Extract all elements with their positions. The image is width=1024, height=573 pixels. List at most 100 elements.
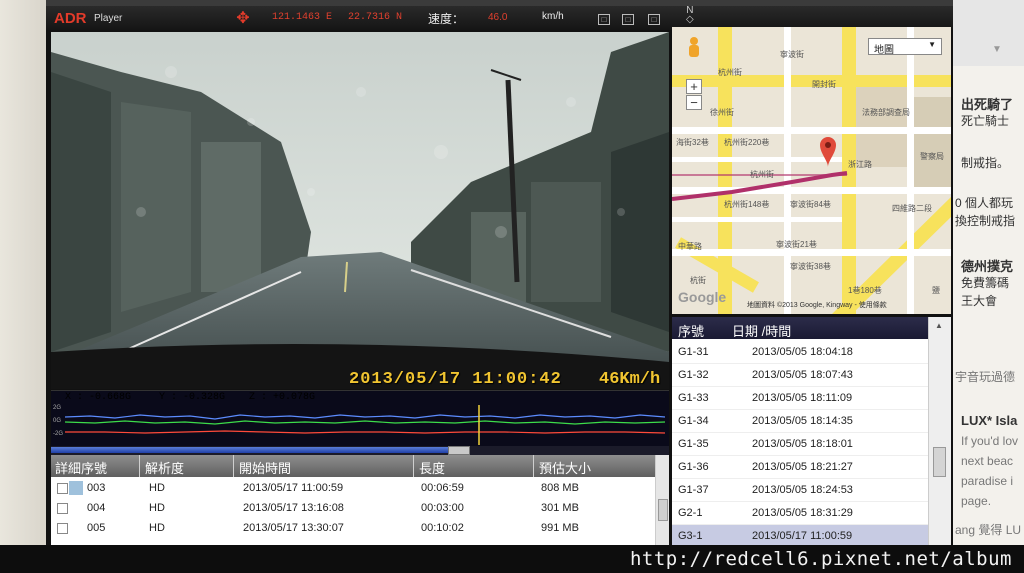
map-street-label: 鹽 [932, 286, 940, 295]
g-sensor-graph[interactable]: X : -0.668G Y : -0.328G Z : +0.078G 2G 0… [51, 390, 669, 446]
col-header-id[interactable]: 詳細序號 [55, 458, 107, 477]
list-item[interactable]: G1-32 2013/05/05 18:07:43 [672, 364, 928, 387]
latitude-readout: 22.7316 N [348, 12, 403, 23]
list-item[interactable]: G2-1 2013/05/05 18:31:29 [672, 502, 928, 525]
bg-text-line: If you'd lov [961, 434, 1018, 448]
bg-text-line: ang 覺得 LU [955, 523, 1022, 537]
maximize-button[interactable]: □ [648, 14, 660, 25]
g-sensor-x-label: X : -0.668G [65, 392, 132, 403]
log-id: G1-34 [678, 415, 709, 427]
zoom-out-button[interactable]: − [686, 95, 702, 110]
desktop-background [0, 0, 46, 545]
log-datetime: 2013/05/05 18:07:43 [752, 369, 853, 381]
row-size: 301 MB [541, 502, 579, 514]
playback-progress-bar[interactable] [51, 446, 669, 455]
g-sensor-z-label: Z : +0.078G [249, 392, 316, 403]
map-type-select[interactable]: 地圖 ▼ [868, 38, 942, 56]
list-item[interactable]: G1-33 2013/05/05 18:11:09 [672, 387, 928, 410]
progress-fill [51, 447, 459, 453]
col-header-resolution[interactable]: 解析度 [145, 458, 184, 477]
scrollbar-thumb[interactable] [658, 499, 668, 521]
google-logo: Google [678, 289, 727, 305]
zoom-in-button[interactable]: + [686, 79, 702, 94]
scroll-up-icon[interactable]: ▲ [935, 321, 943, 330]
gps-log-scrollbar[interactable]: ▲ [928, 317, 951, 545]
row-length: 00:10:02 [421, 522, 464, 534]
bg-text-line: 出死騎了 [961, 97, 1014, 112]
watermark-url: http://redcell6.pixnet.net/album [629, 548, 1012, 570]
list-item[interactable]: G1-35 2013/05/05 18:18:01 [672, 433, 928, 456]
map-street-label: 杭街 [690, 276, 706, 285]
chevron-down-icon: ▼ [928, 40, 936, 49]
row-checkbox[interactable] [57, 483, 68, 494]
col-header-size[interactable]: 預估大小 [539, 458, 591, 477]
map-street-label: 杭州街 [750, 170, 774, 179]
col-header-start[interactable]: 開始時間 [239, 458, 291, 477]
dropdown-arrow-icon[interactable]: ▼ [992, 44, 1002, 55]
log-datetime: 2013/05/05 18:14:35 [752, 415, 853, 427]
app-logo-subtitle: Player [94, 13, 123, 24]
g-axis-tick: 2G [53, 405, 62, 411]
browser-toolbar [953, 0, 1024, 66]
list-item[interactable]: G1-37 2013/05/05 18:24:53 [672, 479, 928, 502]
video-player[interactable]: 2013/05/17 11:00:42 46Km/h [51, 32, 669, 389]
table-row[interactable]: 004 HD 2013/05/17 13:16:08 00:03:00 301 … [51, 499, 655, 519]
gps-log-list: 序號 日期 /時間 G1-31 2013/05/05 18:04:18 G1-32 2… [672, 317, 951, 545]
table-row[interactable]: 005 HD 2013/05/17 13:30:07 00:10:02 991 … [51, 519, 655, 539]
video-speed-overlay: 46Km/h [599, 370, 661, 389]
bg-text-line: 換控制戒指 [955, 214, 1016, 228]
col-header-length[interactable]: 長度 [419, 458, 445, 477]
list-item[interactable]: G3-1 2013/05/17 11:00:59 [672, 525, 928, 545]
bg-text-line: 制戒指。 [961, 156, 1010, 170]
bg-text-line: 死亡騎士 [961, 114, 1010, 128]
map-copyright[interactable]: 地圖資料 ©2013 Google, Kingway - 使用條款 [747, 300, 887, 310]
row-id: 003 [87, 482, 106, 494]
minimize-button[interactable]: □ [622, 14, 634, 25]
speed-label: 速度： [428, 12, 465, 26]
row-size: 991 MB [541, 522, 579, 534]
log-id: G1-36 [678, 461, 709, 473]
screenshot: ▼ 出死騎了 死亡騎士 制戒指。 0 個人都玩 換控制戒指 德州撲克 免費籌碼 … [0, 0, 1024, 573]
row-id: 005 [87, 522, 106, 534]
progress-knob[interactable] [447, 446, 470, 455]
bg-text-line: paradise i [961, 474, 1014, 488]
compass-icon: N ◇ [686, 5, 694, 25]
row-checkbox[interactable] [57, 503, 68, 514]
satellite-icon: ✥ [236, 10, 250, 27]
watermark-bar: http://redcell6.pixnet.net/album [0, 545, 1024, 573]
col-header-datetime[interactable]: 日期 /時間 [732, 321, 791, 340]
map-poi-label: 法務部調查局 [862, 108, 910, 117]
bg-text-line: 王大會 [961, 294, 998, 308]
file-table: 詳細序號 解析度 開始時間 長度 預估大小 003 HD 2013/05/17 … [51, 455, 669, 545]
log-datetime: 2013/05/05 18:11:09 [752, 392, 853, 404]
file-table-scrollbar[interactable] [655, 455, 669, 545]
map-street-label: 寧波街38巷 [790, 262, 831, 271]
row-checkbox[interactable] [57, 523, 68, 534]
app-logo: ADR [54, 10, 87, 27]
log-id: G1-35 [678, 438, 709, 450]
row-length: 00:03:00 [421, 502, 464, 514]
g-z-line [65, 414, 665, 420]
map-street-label: 中華路 [678, 242, 702, 251]
list-item[interactable]: G1-36 2013/05/05 18:21:27 [672, 456, 928, 479]
col-header-seq[interactable]: 序號 [678, 321, 704, 340]
table-row[interactable]: 003 HD 2013/05/17 11:00:59 00:06:59 808 … [51, 479, 655, 499]
row-id: 004 [87, 502, 106, 514]
map-street-label: 杭州街148巷 [724, 200, 770, 209]
map-poi-label: 警察局 [920, 152, 944, 161]
list-item[interactable]: G1-34 2013/05/05 18:14:35 [672, 410, 928, 433]
map-street-label: 浙江路 [848, 160, 872, 169]
scrollbar-thumb[interactable] [933, 447, 946, 477]
snapshot-button[interactable]: □ [598, 14, 610, 25]
map-street-label: 寧波街21巷 [776, 240, 817, 249]
row-resolution: HD [149, 502, 165, 514]
gps-log-header: 序號 日期 /時間 [672, 317, 928, 339]
map-street-label: 1巷180巷 [848, 286, 882, 295]
map-panel[interactable]: 地圖 ▼ + − 杭州街 徐州街 開封街 寧波街 杭州街220巷 海街32巷 杭… [672, 27, 951, 314]
bg-text-line: LUX* Isla [961, 413, 1018, 428]
list-item[interactable]: G1-31 2013/05/05 18:04:18 [672, 341, 928, 364]
log-id: G3-1 [678, 530, 703, 542]
g-sensor-lines [65, 405, 665, 445]
row-resolution: HD [149, 482, 165, 494]
log-datetime: 2013/05/05 18:04:18 [752, 346, 853, 358]
